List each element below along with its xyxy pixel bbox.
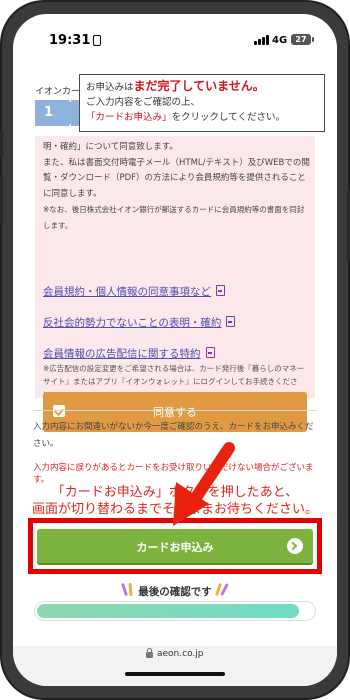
card-submit-button[interactable]: カードお申込み <box>37 529 313 563</box>
sim-card-icon <box>93 35 101 46</box>
pdf-icon <box>205 347 215 358</box>
warning-suffix: をクリックしてください。 <box>171 112 285 123</box>
step-1: 1 <box>35 100 79 126</box>
status-time: 19:31 <box>49 33 91 48</box>
phone-frame: 19:31 4G 27 イオンカード(WA 1 2 お申込みはまだ完了していませ… <box>0 0 350 700</box>
status-bar: 19:31 4G 27 <box>13 14 337 56</box>
warning-line-2: ご入力内容をご確認の上、 <box>86 97 201 108</box>
chevron-right-icon <box>287 538 303 554</box>
screen: 19:31 4G 27 イオンカード(WA 1 2 お申込みはまだ完了していませ… <box>13 14 337 686</box>
network-type: 4G <box>272 35 288 46</box>
link-antisocial-declaration[interactable]: 反社会的勢力でないことの表明・確約 <box>43 315 236 330</box>
phone-side-button <box>0 130 3 158</box>
warning-prefix: お申込みは <box>86 82 134 93</box>
agreement-para-2: また、私は書面交付時電子メール（HTML/テキスト）及びWEBでの閲覧・ダウンロ… <box>43 157 310 199</box>
error-note: 入力内容に誤りがあるとカードをお受け取りいただけない場合がございます。 <box>33 463 314 485</box>
submit-highlight-box: カードお申込み <box>28 518 322 574</box>
link-label: 会員規約・個人情報の同意事項など <box>43 286 211 298</box>
agreement-note: ※なお、後日株式会社イオン銀行が郵送するカードに会員規約等の書面を同封します。 <box>43 205 305 230</box>
phone-side-button <box>0 175 3 225</box>
submit-button-label: カードお申込み <box>136 542 214 554</box>
submit-instruction: 「カードお申込み」ボタンを押したあと、 画面が切り替わるまでそのままお待ちくださ… <box>29 484 321 518</box>
progress-bar <box>35 602 315 620</box>
url-text: aeon.co.jp <box>157 649 204 659</box>
link-label: 会員情報の広告配信に関する特約 <box>43 348 201 360</box>
divider <box>33 410 317 411</box>
battery-tip <box>312 37 314 42</box>
agreement-para-1: 明・確約」について同意致します。 <box>43 142 178 152</box>
home-indicator[interactable] <box>125 672 225 676</box>
web-page[interactable]: イオンカード(WA 1 2 お申込みはまだ完了していません。 ご入力内容をご確認… <box>13 56 337 646</box>
agreement-box: 明・確約」について同意致します。 また、私は書面交付時電子メール（HTML/テキ… <box>35 136 315 398</box>
pdf-icon <box>216 285 225 296</box>
warning-link-text: 「カードお申込み」 <box>86 112 172 123</box>
warning-line-3: 「カードお申込み」をクリックしてください。 <box>86 110 318 125</box>
confirm-note: 入力内容にお間違いがないか今一度ご確認のうえ、カードをお申込みください。 <box>33 422 314 449</box>
signal-icon <box>254 34 270 45</box>
instruction-line-2: 画面が切り替わるまでそのままお待ちください。 <box>31 502 318 517</box>
agree-button-label: 同意する <box>153 407 197 419</box>
warning-line-1: お申込みはまだ完了していません。 <box>86 79 318 95</box>
browser-address-bar[interactable]: aeon.co.jp <box>13 646 337 686</box>
warning-emphasis: まだ完了していません。 <box>133 79 265 93</box>
warning-box: お申込みはまだ完了していません。 ご入力内容をご確認の上、 「カードお申込み」を… <box>79 74 325 132</box>
link-label: 反社会的勢力でないことの表明・確約 <box>43 317 222 329</box>
progress-fill <box>37 604 299 618</box>
battery-icon: 27 <box>291 34 311 45</box>
link-ad-delivery-terms[interactable]: 会員情報の広告配信に関する特約 <box>43 346 215 361</box>
agreement-text: 明・確約」について同意致します。 また、私は書面交付時電子メール（HTML/テキ… <box>43 140 311 233</box>
lock-icon <box>146 648 153 658</box>
link-membership-terms[interactable]: 会員規約・個人情報の同意事項など <box>43 284 225 299</box>
final-step-label: 最後の確認です <box>138 586 212 598</box>
instruction-line-1: 「カードお申込み」ボタンを押したあと、 <box>51 485 299 500</box>
pdf-icon <box>226 316 236 327</box>
